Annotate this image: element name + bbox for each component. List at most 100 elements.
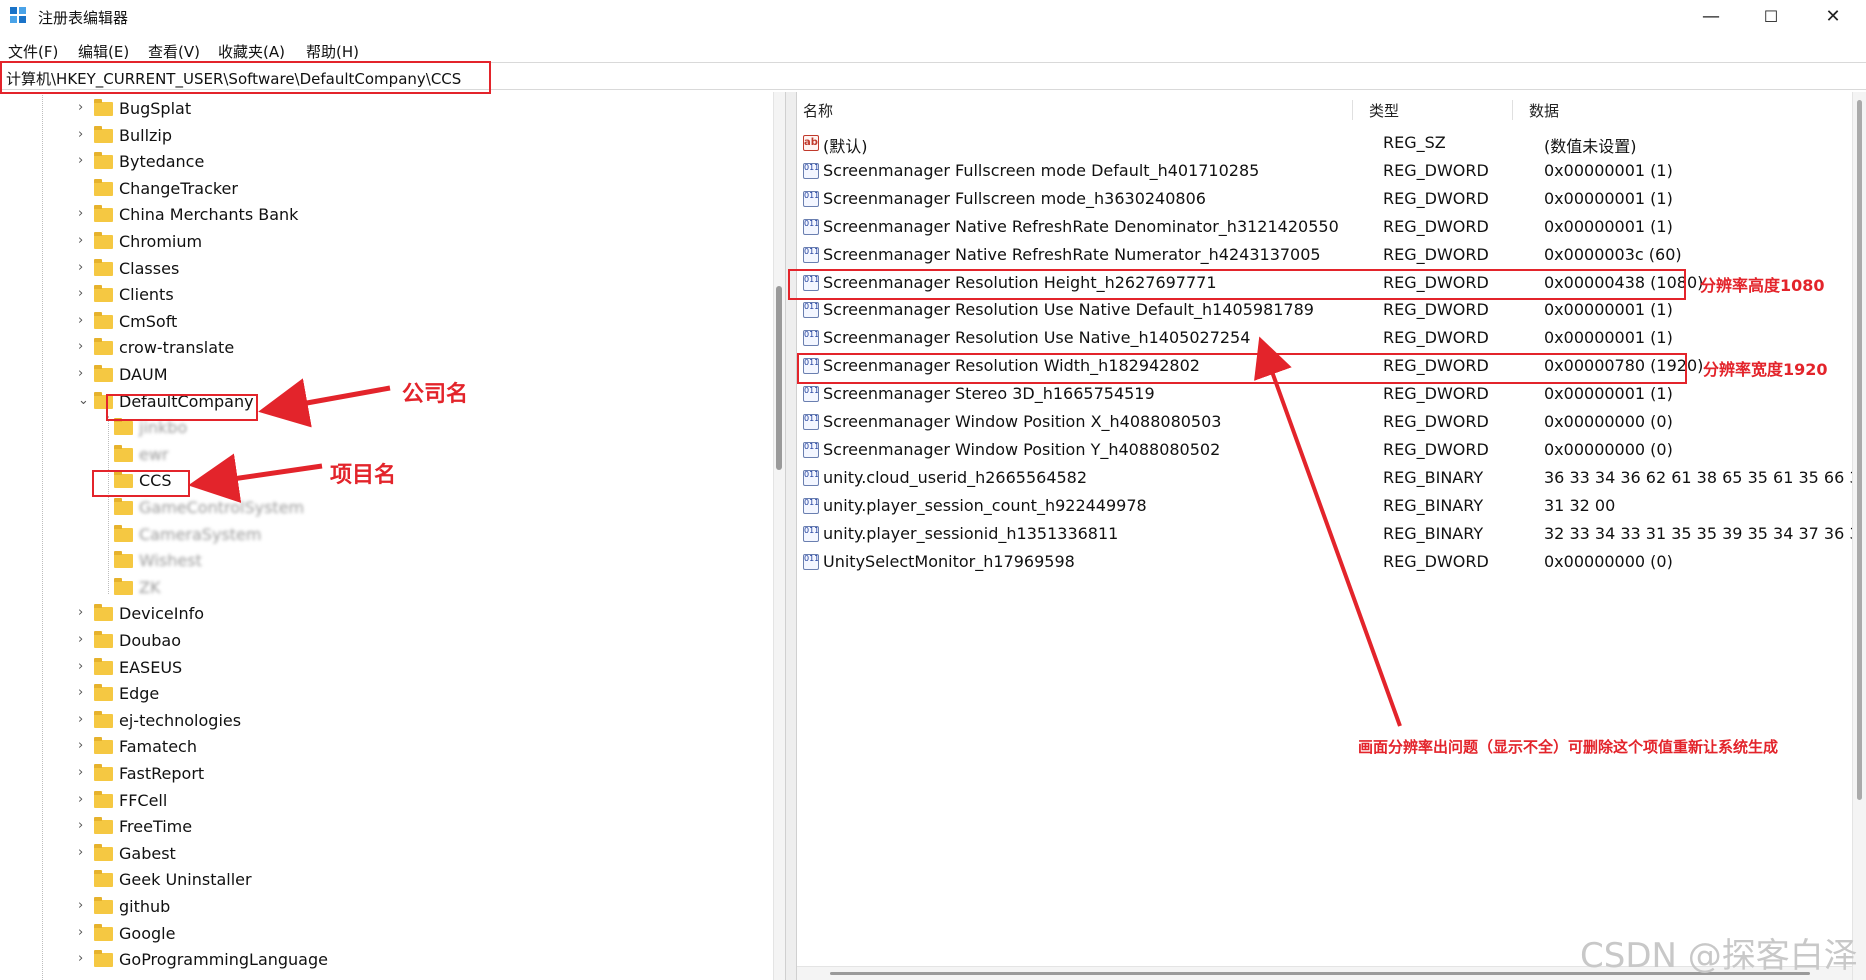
width-row-highlight-box [797,353,1687,384]
expand-chevron-icon[interactable]: › [78,765,90,780]
folder-icon [94,684,113,701]
expand-chevron-icon[interactable]: ⌄ [78,393,90,408]
expand-chevron-icon[interactable]: › [78,260,90,275]
value-name: Screenmanager Native RefreshRate Numerat… [823,245,1321,264]
pane-splitter[interactable] [785,92,797,980]
expand-chevron-icon[interactable]: › [78,233,90,248]
value-name: Screenmanager Resolution Use Native Defa… [823,300,1314,319]
tree-scrollbar-thumb[interactable] [776,286,782,470]
folder-icon [94,259,113,276]
tree-item-label: Chromium [119,232,203,251]
value-name: UnitySelectMonitor_h17969598 [823,552,1075,571]
value-name: Screenmanager Fullscreen mode Default_h4… [823,161,1260,180]
expand-chevron-icon[interactable]: › [78,818,90,833]
value-type: REG_BINARY [1383,496,1484,515]
minimize-button[interactable]: — [1684,0,1738,34]
tree-item-label: FreeTime [119,817,193,836]
tree-item-label: Google [119,924,176,943]
values-vertical-scrollbar-thumb[interactable] [1857,100,1862,800]
tree-item-label: ej-technologies [119,711,242,730]
expand-chevron-icon[interactable]: › [78,100,90,115]
value-row[interactable]: 011 unity.player_sessionid_h1351336811 REG… [803,521,1866,547]
value-row[interactable]: 011 unity.player_session_count_h922449978… [803,493,1863,519]
maximize-button[interactable]: ☐ [1744,0,1798,34]
folder-icon [94,897,113,914]
tree-item-label: GameControlSystem [139,498,305,517]
value-row[interactable]: ab (默认) REG_SZ (数值未设置) [803,130,1863,156]
menu-favorites[interactable]: 收藏夹(A) [218,41,285,62]
tree-guide-line [42,92,43,980]
menu-file[interactable]: 文件(F) [8,41,58,62]
string-value-icon: ab [803,135,819,151]
value-row[interactable]: 011 Screenmanager Window Position X_h4088… [803,409,1863,435]
binary-value-icon: 011 [803,470,819,486]
column-header-data[interactable]: 数据 [1529,100,1559,121]
value-type: REG_DWORD [1383,552,1489,571]
value-row[interactable]: 011 Screenmanager Fullscreen mode_h363024… [803,186,1863,212]
binary-value-icon: 011 [803,302,819,318]
company-highlight-box [106,394,258,421]
value-data: 32 33 34 33 31 35 35 39 35 34 37 36 35 3… [1544,524,1866,543]
value-name: (默认) [823,137,868,156]
folder-icon [94,152,113,169]
expand-chevron-icon[interactable]: › [78,632,90,647]
window-title: 注册表编辑器 [38,9,129,27]
value-row[interactable]: 011 UnitySelectMonitor_h17969598 REG_DWORD… [803,549,1863,575]
close-button[interactable]: ✕ [1806,0,1860,34]
value-data: 0x00000001 (1) [1544,384,1673,403]
value-row[interactable]: 011 Screenmanager Native RefreshRate Deno… [803,214,1863,240]
value-row[interactable]: 011 Screenmanager Fullscreen mode Default… [803,158,1863,184]
tree-item-label: Bullzip [119,126,173,145]
folder-icon [94,950,113,967]
folder-icon [94,285,113,302]
column-header-type[interactable]: 类型 [1369,100,1399,121]
value-row[interactable]: 011 Screenmanager Native RefreshRate Nume… [803,242,1863,268]
expand-chevron-icon[interactable]: › [78,792,90,807]
expand-chevron-icon[interactable]: › [78,339,90,354]
tree-item-label: Wishest [139,551,202,570]
menu-view[interactable]: 查看(V) [148,41,200,62]
expand-chevron-icon[interactable]: › [78,712,90,727]
expand-chevron-icon[interactable]: › [78,153,90,168]
expand-chevron-icon[interactable]: › [78,605,90,620]
expand-chevron-icon[interactable]: › [78,898,90,913]
value-row[interactable]: 011 Screenmanager Resolution Use Native D… [803,297,1863,323]
tree-item-label: Clients [119,285,174,304]
expand-chevron-icon[interactable]: › [78,685,90,700]
value-name: Screenmanager Window Position Y_h4088080… [823,440,1221,459]
column-divider[interactable] [1512,100,1513,120]
column-divider[interactable] [1352,100,1353,120]
value-type: REG_DWORD [1383,245,1489,264]
expand-chevron-icon[interactable]: › [78,738,90,753]
expand-chevron-icon[interactable]: › [78,127,90,142]
menu-help[interactable]: 帮助(H) [306,41,359,62]
expand-chevron-icon[interactable]: › [78,313,90,328]
folder-icon [94,312,113,329]
company-annotation: 公司名 [402,382,469,407]
value-row[interactable]: 011 Screenmanager Stereo 3D_h1665754519 RE… [803,381,1863,407]
title-bar: 注册表编辑器 — ☐ ✕ [0,0,1866,34]
value-data: 36 33 34 36 62 61 38 65 35 61 35 66 35 6… [1544,468,1866,487]
folder-icon [94,99,113,116]
binary-value-icon: 011 [803,191,819,207]
tree-scrollbar[interactable] [773,92,785,980]
expand-chevron-icon[interactable]: › [78,925,90,940]
expand-chevron-icon[interactable]: › [78,206,90,221]
menu-edit[interactable]: 编辑(E) [78,41,129,62]
value-row[interactable]: 011 Screenmanager Window Position Y_h4088… [803,437,1863,463]
expand-chevron-icon[interactable]: › [78,366,90,381]
folder-icon [94,338,113,355]
binary-value-icon: 011 [803,526,819,542]
column-header-name[interactable]: 名称 [803,100,833,121]
expand-chevron-icon[interactable]: › [78,286,90,301]
value-data: 0x00000001 (1) [1544,300,1673,319]
value-row[interactable]: 011 unity.cloud_userid_h2665564582 REG_BIN… [803,465,1866,491]
tree-item-label: ChangeTracker [119,179,238,198]
expand-chevron-icon[interactable]: › [78,659,90,674]
expand-chevron-icon[interactable]: › [78,845,90,860]
expand-chevron-icon[interactable]: › [78,951,90,966]
value-type: REG_DWORD [1383,412,1489,431]
bottom-annotation: 画面分辨率出问题（显示不全）可删除这个项值重新让系统生成 [1358,738,1779,756]
value-row[interactable]: 011 Screenmanager Resolution Use Native_h… [803,325,1863,351]
folder-icon [94,205,113,222]
